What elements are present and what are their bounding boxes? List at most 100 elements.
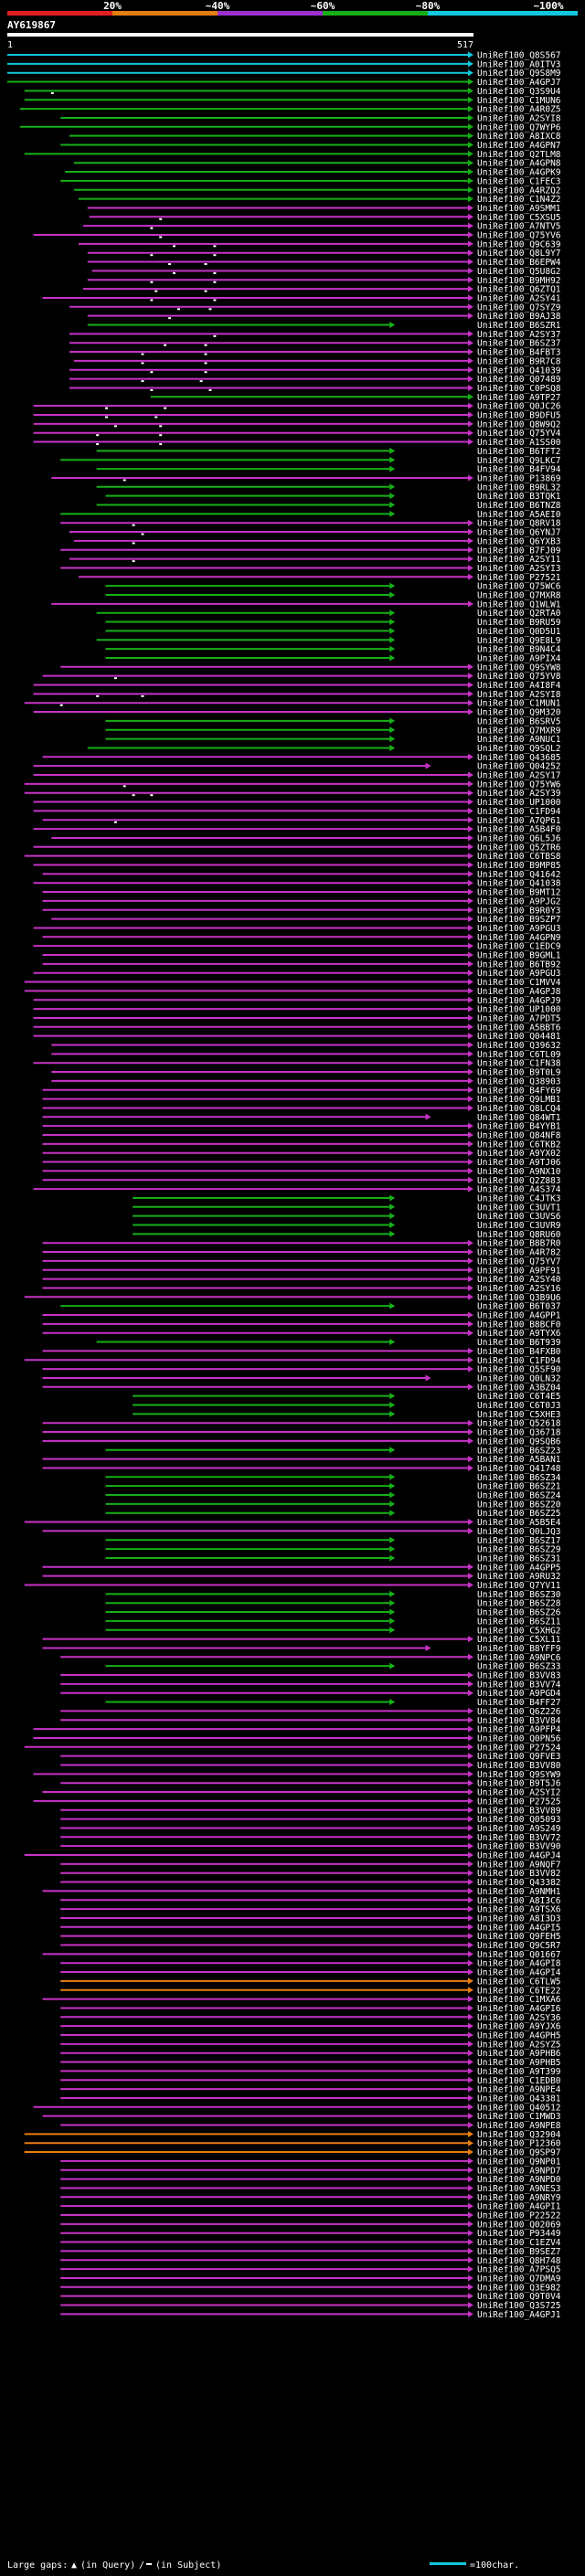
hit-arrow: [468, 1807, 473, 1814]
hit-arrow: [389, 1617, 396, 1625]
hit-arrow: [468, 1239, 473, 1246]
hit-arrow: [468, 79, 473, 86]
gap-marker: [204, 353, 207, 355]
hit-arrow: [389, 1491, 396, 1499]
scale-label-80: ~80%: [416, 0, 441, 12]
hit-arrow: [389, 1590, 396, 1597]
query-ruler: [7, 33, 473, 37]
hit-arrow: [468, 2302, 473, 2308]
hit-arrow: [468, 2022, 473, 2030]
hit-arrow: [468, 690, 473, 697]
hit-arrow: [468, 1933, 473, 1940]
gap-marker: [176, 308, 180, 311]
hit-arrow: [468, 186, 473, 194]
hit-arrow: [468, 1330, 473, 1337]
scale-segment-1: [7, 11, 112, 16]
hit-arrow: [468, 564, 473, 571]
hit-arrow: [468, 916, 473, 923]
gap-marker: [164, 344, 167, 346]
hit-arrow: [468, 1257, 473, 1265]
gap-marker: [150, 254, 154, 257]
hit-arrow: [468, 123, 473, 131]
hit-arrow: [468, 2265, 473, 2273]
hit-arrow: [468, 2067, 473, 2074]
hit-arrow: [389, 1473, 396, 1480]
hit-arrow: [468, 196, 473, 203]
hit-arrow: [468, 1905, 473, 1913]
hit-arrow: [468, 1671, 473, 1679]
hit-arrow: [468, 339, 473, 346]
hit-row[interactable]: UniRef100_A4GPJ1: [60, 2310, 561, 2320]
gaps-subject-label: (in Subject): [155, 2560, 221, 2571]
hit-arrow: [468, 663, 473, 671]
hit-arrow: [468, 376, 473, 383]
hit-arrow: [468, 1311, 473, 1319]
hit-arrow: [468, 2113, 473, 2120]
hit-arrow: [468, 1959, 473, 1966]
hit-arrow: [389, 1536, 396, 1543]
hit-arrow: [468, 2104, 473, 2111]
hit-arrow: [389, 636, 396, 643]
hit-arrow: [468, 2284, 473, 2291]
hit-arrow: [468, 1753, 473, 1760]
hit-arrow: [389, 483, 396, 491]
hit-arrow: [468, 799, 473, 806]
scale-label-100: ~100%: [533, 0, 563, 12]
gap-marker: [122, 479, 126, 482]
hit-arrow: [468, 1744, 473, 1751]
hit-arrow: [468, 259, 473, 266]
hit-arrow: [468, 834, 473, 842]
hit-arrow: [468, 1276, 473, 1283]
gap-marker: [132, 542, 135, 545]
hit-arrow: [468, 2176, 473, 2183]
hit-arrow: [389, 1339, 396, 1346]
hit-arrow: [389, 510, 396, 517]
hit-arrow: [468, 2031, 473, 2039]
gap-marker: [204, 371, 207, 374]
hit-arrow: [468, 2085, 473, 2093]
hit-label[interactable]: UniRef100_A4GPJ1: [477, 2310, 561, 2320]
hit-arrow: [468, 1293, 473, 1300]
hit-arrow: [468, 1924, 473, 1931]
blast-hit-map: 20% ~40% ~60% ~80% ~100% AY619867 1 517 …: [7, 0, 578, 2571]
hit-arrow: [468, 357, 473, 365]
hit-arrow: [389, 1194, 396, 1202]
hit-arrow: [468, 933, 473, 940]
gap-marker: [204, 362, 207, 365]
hit-arrow: [468, 1104, 473, 1111]
query-id: AY619867: [7, 19, 56, 31]
hit-arrow: [468, 1014, 473, 1022]
scale-100char-label: =100char.: [470, 2560, 519, 2571]
hit-arrow: [468, 1887, 473, 1894]
hit-arrow: [468, 1942, 473, 1948]
gap-marker: [105, 416, 109, 419]
hit-arrow: [468, 1096, 473, 1103]
hit-arrow: [389, 1230, 396, 1237]
hit-arrow: [389, 1222, 396, 1228]
hit-arrow: [468, 771, 473, 779]
hit-arrow: [468, 1797, 473, 1805]
hit-arrow: [425, 762, 431, 769]
hit-arrow: [468, 1284, 473, 1291]
gap-marker: [96, 443, 100, 446]
hit-arrow: [468, 2004, 473, 2011]
gap-marker: [141, 353, 144, 355]
hit-arrow: [468, 1068, 473, 1076]
hit-arrow: [468, 897, 473, 905]
hit-arrow: [468, 2230, 473, 2237]
gap-marker: [132, 794, 135, 797]
hit-arrow: [468, 556, 473, 563]
gap-marker: [150, 371, 154, 374]
gap-marker: [122, 785, 126, 788]
hit-arrow: [468, 348, 473, 355]
hit-arrow: [468, 1914, 473, 1922]
scale-label-20: 20%: [103, 0, 122, 12]
hit-rows: UniRef100_Q8S567UniRef100_A0ITV3UniRef10…: [7, 51, 561, 2320]
hit-arrow: [468, 2157, 473, 2165]
hit-arrow: [389, 1599, 396, 1606]
gap-marker: [213, 281, 217, 283]
hit-arrow: [468, 114, 473, 122]
hit-arrow: [468, 159, 473, 166]
hit-arrow: [468, 1707, 473, 1714]
hit-arrow: [389, 1482, 396, 1489]
